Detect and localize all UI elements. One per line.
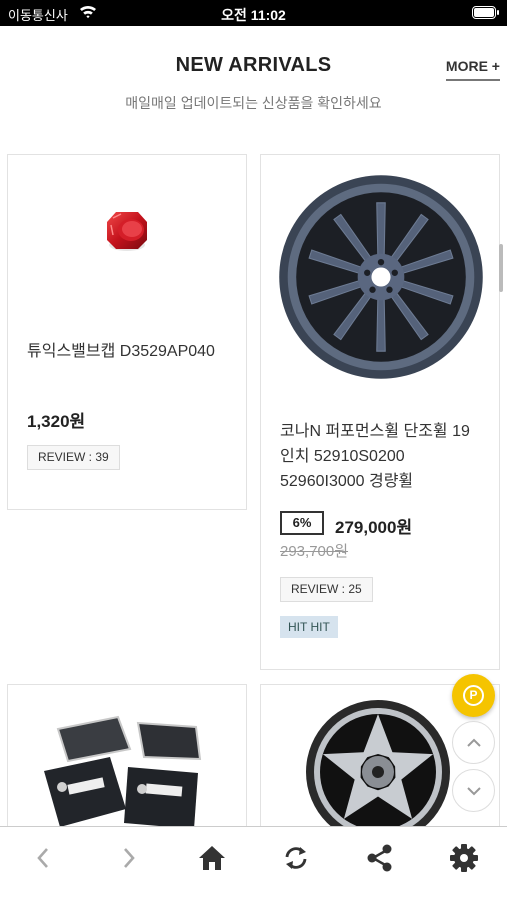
settings-icon xyxy=(450,844,478,872)
hit-badge: HIT HIT xyxy=(280,616,338,638)
forward-button[interactable] xyxy=(113,843,143,873)
chevron-up-icon xyxy=(467,738,481,747)
original-price: 293,700원 xyxy=(280,543,349,560)
point-coin-icon: P xyxy=(463,685,484,706)
brake-pads-image xyxy=(44,715,202,829)
forward-icon xyxy=(124,848,135,868)
more-link[interactable]: MORE + xyxy=(445,58,500,81)
refresh-icon xyxy=(285,847,307,869)
product-price: 279,000원 xyxy=(335,518,413,537)
red-valve-cap-image xyxy=(107,212,147,251)
share-button[interactable] xyxy=(365,843,395,873)
dark-alloy-wheel-image xyxy=(279,175,483,379)
share-icon xyxy=(367,844,392,872)
section-subtitle: 매일매일 업데이트되는 신상품을 확인하세요 xyxy=(125,95,382,111)
status-bar: 이동통신사 오전 11:02 xyxy=(0,0,507,26)
scrollbar[interactable] xyxy=(499,244,503,292)
product-price: 1,320원 xyxy=(27,412,86,431)
section-title: NEW ARRIVALS xyxy=(175,54,332,76)
product-card[interactable] xyxy=(7,684,247,844)
discount-badge: 6% xyxy=(280,511,324,535)
refresh-button[interactable] xyxy=(281,843,311,873)
chevron-down-icon xyxy=(467,787,481,796)
product-name[interactable]: 튜익스밸브캡 D3529AP040 xyxy=(27,339,230,364)
review-count-tag: REVIEW : 25 xyxy=(280,577,373,602)
product-name[interactable]: 코나N 퍼포먼스휠 단조휠 19인치 52910S0200 52960I3000… xyxy=(280,419,483,494)
product-card[interactable]: 코나N 퍼포먼스휠 단조휠 19인치 52910S0200 52960I3000… xyxy=(260,154,500,670)
home-icon xyxy=(199,846,225,870)
product-card[interactable]: 튜익스밸브캡 D3529AP040 1,320원 REVIEW : 39 xyxy=(7,154,247,510)
status-time: 오전 11:02 xyxy=(221,7,286,23)
battery-icon xyxy=(472,6,499,19)
settings-button[interactable] xyxy=(449,843,479,873)
silver-black-wheel-image xyxy=(306,700,450,844)
review-count-tag: REVIEW : 39 xyxy=(27,445,120,470)
point-button[interactable]: P xyxy=(452,674,495,717)
home-button[interactable] xyxy=(197,843,227,873)
back-button[interactable] xyxy=(29,843,59,873)
scroll-up-button[interactable] xyxy=(452,721,495,764)
back-icon xyxy=(37,848,48,868)
scroll-down-button[interactable] xyxy=(452,769,495,812)
bottom-navigation xyxy=(0,826,507,900)
